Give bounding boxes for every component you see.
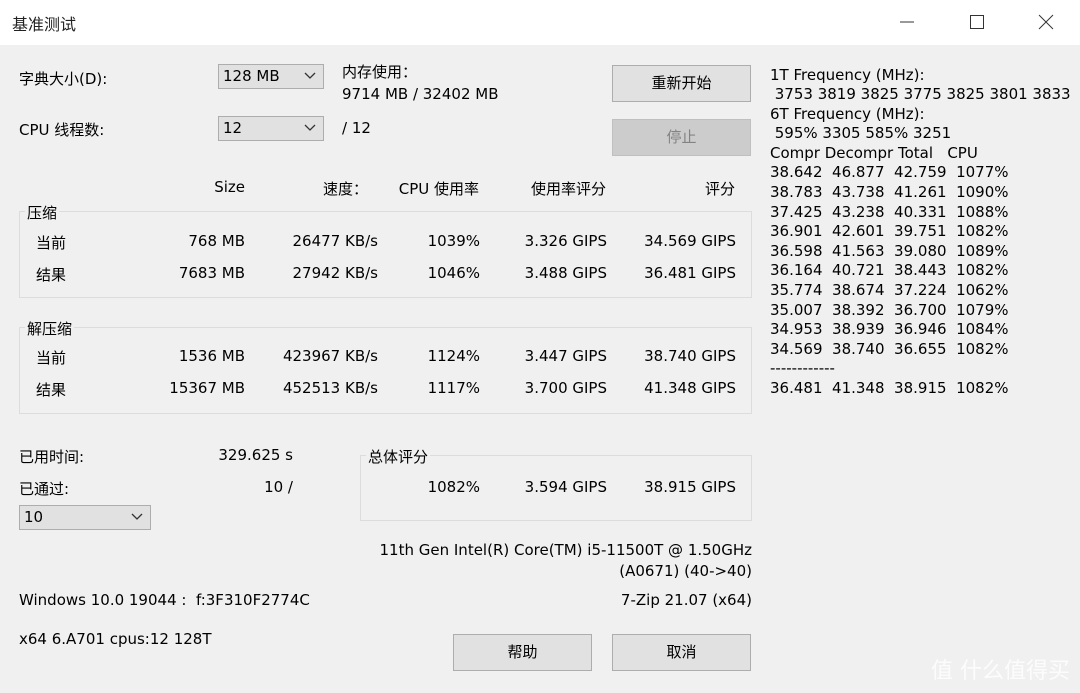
log-line: 36.598 41.563 39.080 1089%	[770, 242, 1009, 260]
chevron-down-icon	[304, 72, 316, 79]
log-line: 35.774 38.674 37.224 1062%	[770, 281, 1009, 299]
help-button[interactable]: 帮助	[453, 634, 592, 671]
header-score: 评分	[704, 180, 735, 198]
dict-size-value: 128 MB	[223, 67, 280, 85]
total-usage: 3.594 GIPS	[524, 478, 607, 496]
row-name: 结果	[36, 266, 67, 284]
row-speed: 452513 KB/s	[282, 379, 378, 397]
row-usage: 3.488 GIPS	[524, 264, 607, 282]
header-cpu-usage: CPU 使用率	[398, 180, 479, 198]
log-line: 36.901 42.601 39.751 1082%	[770, 222, 1009, 240]
passed-value: 10 /	[264, 478, 293, 496]
chevron-down-icon	[131, 513, 143, 520]
threads-label: CPU 线程数:	[19, 121, 105, 139]
os-info: Windows 10.0 19044 : f:3F310F2774C	[19, 591, 310, 609]
log-line: 35.007 38.392 36.700 1079%	[770, 301, 1009, 319]
close-icon	[1038, 14, 1054, 30]
log-line: 36.164 40.721 38.443 1082%	[770, 261, 1009, 279]
log-line: 36.481 41.348 38.915 1082%	[770, 379, 1009, 397]
minimize-icon	[900, 21, 914, 23]
stop-button[interactable]: 停止	[612, 119, 751, 156]
row-score: 34.569 GIPS	[644, 232, 736, 250]
log-line: ------------	[770, 359, 835, 377]
row-size: 1536 MB	[178, 347, 245, 365]
log-line: 34.569 38.740 36.655 1082%	[770, 340, 1009, 358]
window-title: 基准测试	[12, 15, 77, 34]
log-line: 1T Frequency (MHz):	[770, 66, 925, 84]
header-size: Size	[214, 178, 245, 196]
row-name: 当前	[36, 349, 67, 367]
cpu-id: (A0671) (40->40)	[619, 562, 752, 580]
close-button[interactable]	[1012, 0, 1080, 45]
threads-total: / 12	[342, 119, 371, 137]
passed-label: 已通过:	[19, 480, 70, 498]
row-usage: 3.700 GIPS	[524, 379, 607, 397]
row-cpu: 1117%	[427, 379, 480, 397]
row-name: 结果	[36, 381, 67, 399]
maximize-icon	[970, 15, 984, 29]
log-line: 38.642 46.877 42.759 1077%	[770, 163, 1009, 181]
threads-select[interactable]: 12	[218, 116, 324, 141]
log-line: 6T Frequency (MHz):	[770, 105, 925, 123]
header-usage-score: 使用率评分	[530, 180, 606, 198]
chevron-down-icon	[304, 124, 316, 131]
dict-size-select[interactable]: 128 MB	[218, 64, 324, 89]
dict-size-label: 字典大小(D):	[19, 70, 108, 88]
log-line: Compr Decompr Total CPU	[770, 144, 978, 162]
title-bar: 基准测试	[0, 0, 1080, 45]
row-speed: 26477 KB/s	[292, 232, 378, 250]
row-size: 15367 MB	[169, 379, 245, 397]
elapsed-label: 已用时间:	[19, 448, 85, 466]
memory-value: 9714 MB / 32402 MB	[342, 85, 499, 103]
total-cpu: 1082%	[427, 478, 480, 496]
log-line: 38.783 43.738 41.261 1090%	[770, 183, 1009, 201]
restart-button[interactable]: 重新开始	[612, 65, 751, 102]
total-score-label: 总体评分	[366, 446, 431, 467]
maximize-button[interactable]	[943, 0, 1011, 45]
elapsed-value: 329.625 s	[218, 446, 293, 464]
row-usage: 3.326 GIPS	[524, 232, 607, 250]
arch-info: x64 6.A701 cpus:12 128T	[19, 630, 212, 648]
app-version: 7-Zip 21.07 (x64)	[620, 591, 752, 609]
row-name: 当前	[36, 234, 67, 252]
row-size: 768 MB	[188, 232, 245, 250]
passes-value: 10	[24, 508, 44, 526]
decompress-group-label: 解压缩	[25, 318, 75, 339]
log-line: 3753 3819 3825 3775 3825 3801 3833	[770, 85, 1071, 103]
row-speed: 423967 KB/s	[282, 347, 378, 365]
memory-label: 内存使用：	[342, 63, 418, 81]
passes-select[interactable]: 10	[19, 505, 151, 530]
row-cpu: 1046%	[427, 264, 480, 282]
total-score: 38.915 GIPS	[644, 478, 736, 496]
row-score: 36.481 GIPS	[644, 264, 736, 282]
log-line: 37.425 43.238 40.331 1088%	[770, 203, 1009, 221]
minimize-button[interactable]	[873, 0, 941, 45]
log-line: 595% 3305 585% 3251	[770, 124, 952, 142]
row-score: 41.348 GIPS	[644, 379, 736, 397]
row-cpu: 1124%	[427, 347, 480, 365]
header-speed: 速度：	[322, 180, 368, 198]
cpu-name: 11th Gen Intel(R) Core(TM) i5-11500T @ 1…	[379, 541, 752, 559]
compress-group	[19, 211, 752, 298]
row-size: 7683 MB	[178, 264, 245, 282]
compress-group-label: 压缩	[25, 202, 60, 223]
watermark-logo: 值 什么值得买	[931, 659, 1070, 684]
decompress-group	[19, 327, 752, 414]
row-score: 38.740 GIPS	[644, 347, 736, 365]
threads-value: 12	[223, 119, 243, 137]
row-speed: 27942 KB/s	[292, 264, 378, 282]
cancel-button[interactable]: 取消	[612, 634, 751, 671]
log-line: 34.953 38.939 36.946 1084%	[770, 320, 1009, 338]
row-usage: 3.447 GIPS	[524, 347, 607, 365]
row-cpu: 1039%	[427, 232, 480, 250]
